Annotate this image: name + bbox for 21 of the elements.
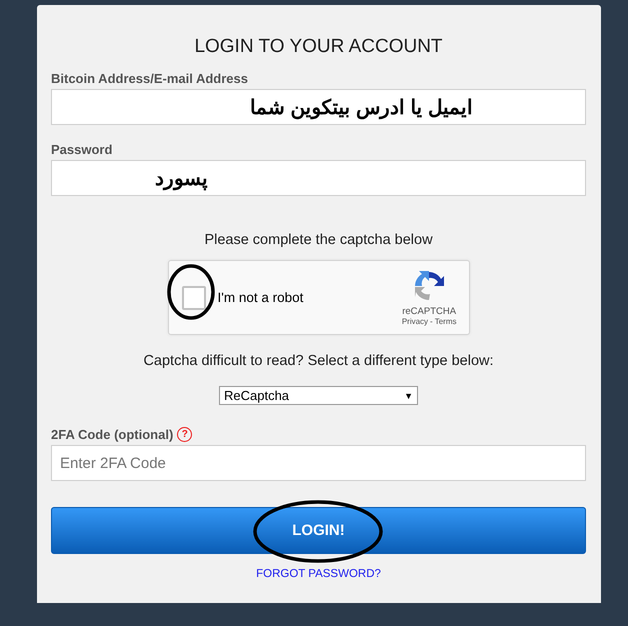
captcha-type-prompt: Captcha difficult to read? Select a different type below:	[143, 353, 494, 369]
annotation-ellipse	[167, 264, 215, 320]
terms-link[interactable]: Terms	[434, 316, 456, 326]
recaptcha-logo-icon	[413, 270, 446, 302]
captcha-type-dropdown[interactable]: ReCaptcha ▼	[219, 386, 418, 405]
text-field[interactable]: ایمیل یا ادرس بیتکوین شما	[51, 89, 586, 125]
twofa-field[interactable]: Enter 2FA Code	[51, 445, 586, 481]
checkbox-label: I'm not a robot	[218, 290, 304, 305]
privacy-link[interactable]: Privacy	[402, 316, 428, 326]
recaptcha-brand: reCAPTCHA	[402, 306, 456, 316]
card-title: LOGIN TO YOUR ACCOUNT	[193, 36, 444, 58]
forgot-password-link[interactable]: FORGOT PASSWORD?	[256, 568, 381, 580]
field-label: 2FA Code (optional)	[51, 427, 174, 442]
text-field[interactable]: پسورد	[51, 160, 586, 196]
field-label: Bitcoin Address/E-mail Address	[51, 71, 248, 86]
field-label: Password	[51, 142, 112, 157]
checkbox[interactable]	[182, 286, 206, 310]
captcha-prompt: Please complete the captcha below	[204, 232, 433, 248]
separator-text: -	[430, 316, 433, 326]
help-icon[interactable]: ?	[177, 427, 192, 442]
login-button[interactable]: LOGIN!	[51, 507, 586, 554]
